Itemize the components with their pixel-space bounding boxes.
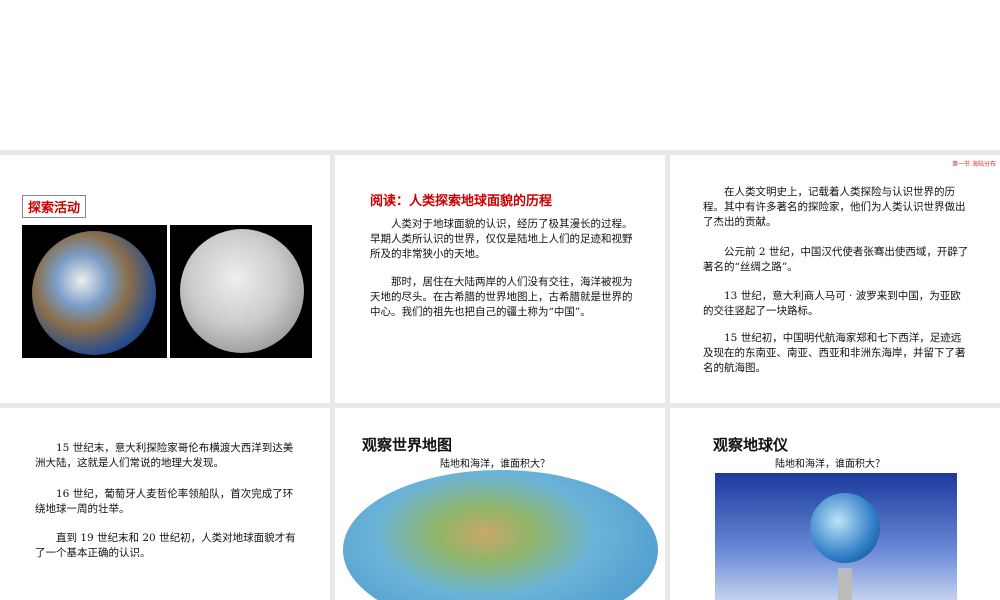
slide-title: 阅读：人类探索地球面貌的历程 <box>370 194 553 209</box>
slide-sorter: 探索活动 阅读：人类探索地球面貌的历程 人类对于地球面貌的认识，经历了极其漫长的… <box>0 150 1000 600</box>
slide-1[interactable]: 探索活动 <box>0 155 330 403</box>
paragraph: 15 世纪末，意大利探险家哥伦布横渡大西洋到达美洲大陆，这就是人们常说的地理大发… <box>35 442 294 469</box>
moon-image <box>170 225 312 358</box>
paragraph: 公元前 2 世纪，中国汉代使者张骞出使西域，开辟了著名的“丝绸之路”。 <box>703 246 969 273</box>
paragraph: 那时，居住在大陆两岸的人们没有交往，海洋被视为天地的尽头。在古希腊的世界地图上，… <box>370 276 633 318</box>
world-map-image <box>343 470 658 600</box>
section-header: 第一节 海陆分布 <box>952 161 996 168</box>
slide-subtitle: 陆地和海洋，谁面积大？ <box>440 459 550 470</box>
paragraph: 16 世纪，葡萄牙人麦哲伦率领船队，首次完成了环绕地球一周的壮举。 <box>35 488 294 515</box>
slide-3[interactable]: 第一节 海陆分布 在人类文明史上，记载着人类探险与认识世界的历程。其中有许多著名… <box>670 155 1000 403</box>
globe-image <box>715 473 957 600</box>
earth-image <box>22 225 167 358</box>
slide-6[interactable]: 观察地球仪 陆地和海洋，谁面积大？ <box>670 408 1000 600</box>
slide-5[interactable]: 观察世界地图 陆地和海洋，谁面积大？ <box>335 408 665 600</box>
paragraph: 人类对于地球面貌的认识，经历了极其漫长的过程。早期人类所认识的世界，仅仅是陆地上… <box>370 218 633 260</box>
paragraph: 直到 19 世纪末和 20 世纪初，人类对地球面貌才有了一个基本正确的认识。 <box>35 532 296 559</box>
paragraph: 在人类文明史上，记载着人类探险与认识世界的历程。其中有许多著名的探险家，他们为人… <box>703 186 966 228</box>
activity-label: 探索活动 <box>22 195 87 218</box>
slide-title: 观察世界地图 <box>362 436 453 454</box>
slide-4[interactable]: 15 世纪末，意大利探险家哥伦布横渡大西洋到达美洲大陆，这就是人们常说的地理大发… <box>0 408 330 600</box>
paragraph: 15 世纪初，中国明代航海家郑和七下西洋，足迹远及现在的东南亚、南亚、西亚和非洲… <box>703 332 966 374</box>
paragraph: 13 世纪，意大利商人马可 · 波罗来到中国，为亚欧的交往竖起了一块路标。 <box>703 290 961 317</box>
slide-title: 观察地球仪 <box>713 436 789 454</box>
slide-subtitle: 陆地和海洋，谁面积大？ <box>775 459 885 470</box>
slide-2[interactable]: 阅读：人类探索地球面貌的历程 人类对于地球面貌的认识，经历了极其漫长的过程。早期… <box>335 155 665 403</box>
